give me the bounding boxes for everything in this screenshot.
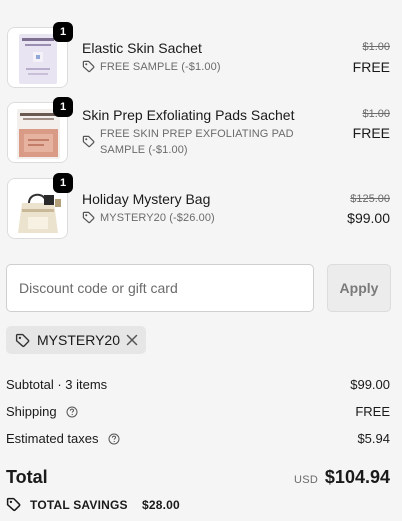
total-label: Total [6, 467, 48, 487]
shipping-value: FREE [355, 404, 390, 419]
taxes-label: Estimated taxes [6, 431, 99, 446]
question-circle-icon[interactable] [66, 406, 78, 418]
item-price: FREE [352, 59, 390, 75]
total-savings-label: TOTAL SAVINGS [30, 498, 128, 512]
original-price: $125.00 [350, 193, 390, 205]
tag-icon [6, 497, 21, 512]
subtotal-value: $99.00 [350, 377, 390, 392]
product-name: Skin Prep Exfoliating Pads Sachet [82, 107, 295, 123]
tag-icon [82, 135, 95, 148]
tag-icon [82, 211, 95, 224]
item-discount: MYSTERY20 (-$26.00) [82, 210, 312, 226]
product-name: Elastic Skin Sachet [82, 40, 202, 56]
original-price: $1.00 [362, 108, 390, 120]
item-discount: FREE SKIN PREP EXFOLIATING PAD SAMPLE (-… [82, 126, 314, 158]
applied-discount-chip: MYSTERY20 [6, 326, 146, 354]
total-savings-amount: $28.00 [142, 498, 180, 512]
currency-code: USD [294, 474, 319, 486]
item-discount: FREE SAMPLE (-$1.00) [82, 59, 312, 75]
item-price: FREE [352, 125, 390, 141]
item-discount-text: MYSTERY20 (-$26.00) [100, 212, 215, 224]
quantity-badge: 1 [53, 97, 73, 117]
shipping-row: Shipping FREE [6, 404, 390, 419]
shipping-label: Shipping [6, 404, 57, 419]
item-discount-text: FREE SAMPLE (-$1.00) [100, 61, 221, 73]
subtotal-row: Subtotal · 3 items $99.00 [6, 377, 390, 392]
product-name: Holiday Mystery Bag [82, 191, 211, 207]
total-amount: $104.94 [324, 467, 390, 487]
original-price: $1.00 [362, 41, 390, 53]
quantity-badge: 1 [53, 173, 73, 193]
quantity-badge: 1 [53, 22, 73, 42]
taxes-row: Estimated taxes $5.94 [6, 431, 390, 446]
tag-icon [82, 60, 95, 73]
item-discount-text: FREE SKIN PREP EXFOLIATING PAD SAMPLE (-… [100, 128, 294, 156]
tag-icon [15, 333, 30, 348]
apply-button[interactable]: Apply [327, 264, 391, 312]
close-icon[interactable] [125, 333, 139, 347]
taxes-value: $5.94 [357, 431, 390, 446]
question-circle-icon[interactable] [108, 433, 120, 445]
applied-discount-code: MYSTERY20 [37, 332, 120, 348]
subtotal-label: Subtotal · 3 items [6, 377, 108, 392]
item-price: $99.00 [347, 210, 390, 226]
discount-code-input[interactable] [6, 264, 314, 312]
